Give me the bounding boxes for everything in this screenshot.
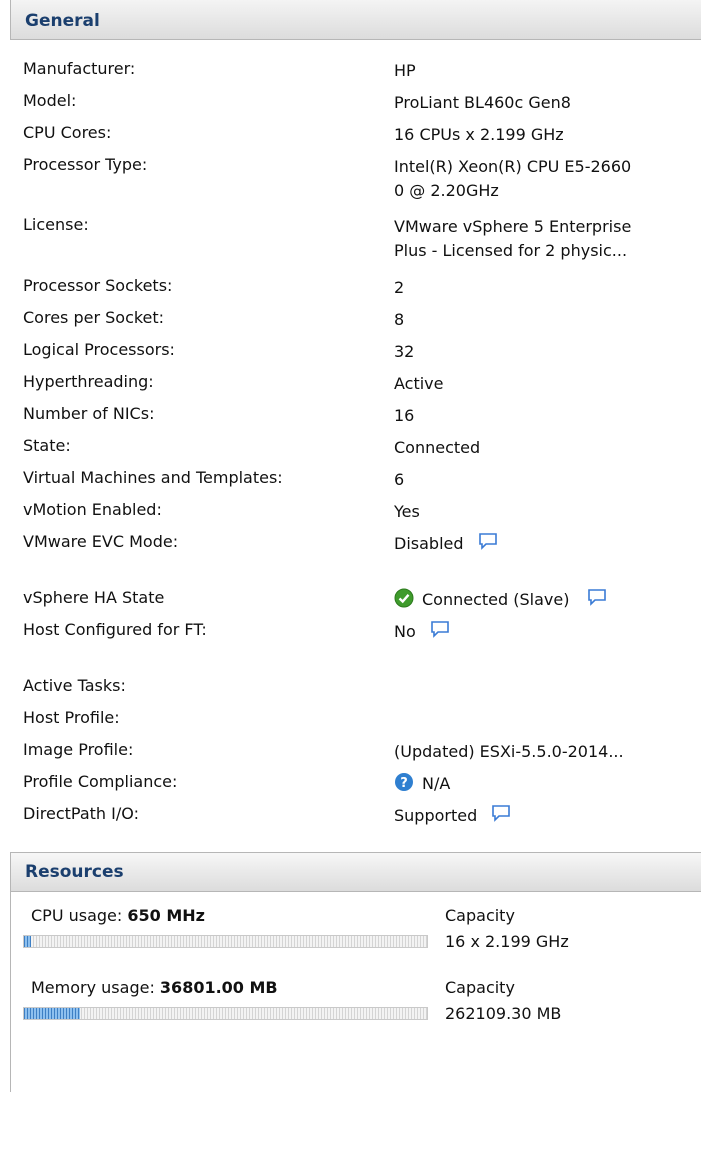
cpu-capacity-value: 16 x 2.199 GHz bbox=[445, 932, 569, 951]
row-host-profile: Host Profile: bbox=[23, 708, 693, 734]
row-vmotion-enabled: vMotion Enabled: Yes bbox=[23, 500, 693, 526]
row-profile-compliance: Profile Compliance: ? N/A bbox=[23, 772, 693, 798]
green-check-circle-icon bbox=[394, 588, 414, 615]
processor-type-value-line2: 0 @ 2.20GHz bbox=[394, 181, 499, 200]
row-model: Model: ProLiant BL460c Gen8 bbox=[23, 91, 693, 117]
row-manufacturer: Manufacturer: HP bbox=[23, 59, 693, 85]
cpu-usage-value: 650 MHz bbox=[127, 906, 205, 925]
row-cores-per-socket: Cores per Socket: 8 bbox=[23, 308, 693, 334]
general-panel-header[interactable]: General bbox=[10, 0, 701, 40]
svg-text:?: ? bbox=[400, 776, 408, 791]
number-of-nics-value: 16 bbox=[394, 406, 415, 425]
comment-bubble-icon[interactable] bbox=[587, 588, 607, 613]
row-image-profile: Image Profile: (Updated) ESXi-5.5.0-2014… bbox=[23, 740, 693, 766]
resources-title: Resources bbox=[25, 862, 124, 882]
resources-panel-header[interactable]: Resources bbox=[10, 852, 701, 892]
license-label: License: bbox=[23, 215, 89, 234]
active-tasks-label: Active Tasks: bbox=[23, 676, 126, 695]
state-value: Connected bbox=[394, 438, 481, 457]
evc-mode-value-wrap: Disabled bbox=[394, 532, 498, 557]
comment-bubble-icon[interactable] bbox=[478, 532, 498, 557]
memory-capacity-value: 262109.30 MB bbox=[445, 1004, 562, 1023]
cpu-cores-label: CPU Cores: bbox=[23, 123, 112, 142]
row-processor-sockets: Processor Sockets: 2 bbox=[23, 276, 693, 302]
memory-usage-meter-fill bbox=[24, 1008, 81, 1019]
host-configured-ft-label: Host Configured for FT: bbox=[23, 620, 207, 639]
row-number-of-nics: Number of NICs: 16 bbox=[23, 404, 693, 430]
hyperthreading-value: Active bbox=[394, 374, 444, 393]
evc-mode-value: Disabled bbox=[394, 534, 464, 553]
host-configured-ft-value-wrap: No bbox=[394, 620, 450, 645]
ha-state-value[interactable]: Connected (Slave) bbox=[422, 590, 569, 609]
memory-usage-meter bbox=[23, 1007, 428, 1020]
memory-usage-label: Memory usage: bbox=[31, 978, 155, 997]
cpu-usage-meter bbox=[23, 935, 428, 948]
row-directpath-io: DirectPath I/O: Supported bbox=[23, 804, 693, 830]
vmotion-enabled-value: Yes bbox=[394, 502, 420, 521]
processor-type-value: Intel(R) Xeon(R) CPU E5-2660 bbox=[394, 157, 632, 176]
row-vms-and-templates: Virtual Machines and Templates: 6 bbox=[23, 468, 693, 494]
logical-processors-label: Logical Processors: bbox=[23, 340, 175, 359]
row-evc-mode: VMware EVC Mode: Disabled bbox=[23, 532, 693, 558]
cores-per-socket-label: Cores per Socket: bbox=[23, 308, 165, 327]
license-value-line2: Plus - Licensed for 2 physic... bbox=[394, 241, 628, 260]
state-label: State: bbox=[23, 436, 71, 455]
logical-processors-value: 32 bbox=[394, 342, 415, 361]
host-configured-ft-value: No bbox=[394, 622, 416, 641]
blue-question-circle-icon: ? bbox=[394, 772, 414, 799]
profile-compliance-value-wrap: ? N/A bbox=[394, 772, 450, 799]
number-of-nics-label: Number of NICs: bbox=[23, 404, 155, 423]
hyperthreading-label: Hyperthreading: bbox=[23, 372, 154, 391]
vmotion-enabled-label: vMotion Enabled: bbox=[23, 500, 162, 519]
license-value: VMware vSphere 5 Enterprise bbox=[394, 217, 632, 236]
memory-capacity-label: Capacity bbox=[445, 978, 515, 997]
row-logical-processors: Logical Processors: 32 bbox=[23, 340, 693, 366]
directpath-io-value-wrap: Supported bbox=[394, 804, 511, 829]
memory-usage-value: 36801.00 MB bbox=[159, 978, 278, 997]
cpu-usage-text: CPU usage: 650 MHz bbox=[31, 906, 205, 925]
comment-bubble-icon[interactable] bbox=[491, 804, 511, 829]
cores-per-socket-value: 8 bbox=[394, 310, 405, 329]
model-value: ProLiant BL460c Gen8 bbox=[394, 93, 571, 112]
profile-compliance-value: N/A bbox=[422, 774, 451, 793]
row-active-tasks: Active Tasks: bbox=[23, 676, 693, 702]
row-license: License: VMware vSphere 5 Enterprise Plu… bbox=[23, 215, 693, 265]
model-label: Model: bbox=[23, 91, 77, 110]
processor-type-label: Processor Type: bbox=[23, 155, 148, 174]
cpu-usage-label: CPU usage: bbox=[31, 906, 123, 925]
manufacturer-value: HP bbox=[394, 61, 416, 80]
vms-and-templates-value: 6 bbox=[394, 470, 405, 489]
directpath-io-label: DirectPath I/O: bbox=[23, 804, 139, 823]
memory-usage-text: Memory usage: 36801.00 MB bbox=[31, 978, 278, 997]
directpath-io-value: Supported bbox=[394, 806, 478, 825]
evc-mode-label: VMware EVC Mode: bbox=[23, 532, 179, 551]
general-title: General bbox=[25, 11, 100, 31]
cpu-capacity-label: Capacity bbox=[445, 906, 515, 925]
processor-sockets-label: Processor Sockets: bbox=[23, 276, 173, 295]
host-profile-label: Host Profile: bbox=[23, 708, 120, 727]
row-processor-type: Processor Type: Intel(R) Xeon(R) CPU E5-… bbox=[23, 155, 693, 205]
row-hyperthreading: Hyperthreading: Active bbox=[23, 372, 693, 398]
ha-state-label: vSphere HA State bbox=[23, 588, 165, 607]
row-cpu-cores: CPU Cores: 16 CPUs x 2.199 GHz bbox=[23, 123, 693, 149]
row-ha-state: vSphere HA State Connected (Slave) bbox=[23, 588, 693, 614]
manufacturer-label: Manufacturer: bbox=[23, 59, 136, 78]
image-profile-label: Image Profile: bbox=[23, 740, 134, 759]
cpu-usage-meter-fill bbox=[24, 936, 32, 947]
profile-compliance-label: Profile Compliance: bbox=[23, 772, 178, 791]
image-profile-value[interactable]: (Updated) ESXi-5.5.0-2014... bbox=[394, 740, 624, 764]
row-host-configured-ft: Host Configured for FT: No bbox=[23, 620, 693, 646]
resources-panel: CPU usage: 650 MHz Capacity 16 x 2.199 G… bbox=[10, 892, 701, 1092]
vms-and-templates-label: Virtual Machines and Templates: bbox=[23, 468, 283, 487]
row-state: State: Connected bbox=[23, 436, 693, 462]
processor-sockets-value: 2 bbox=[394, 278, 405, 297]
comment-bubble-icon[interactable] bbox=[430, 620, 450, 645]
ha-state-value-wrap: Connected (Slave) bbox=[394, 588, 607, 615]
cpu-cores-value: 16 CPUs x 2.199 GHz bbox=[394, 125, 564, 144]
